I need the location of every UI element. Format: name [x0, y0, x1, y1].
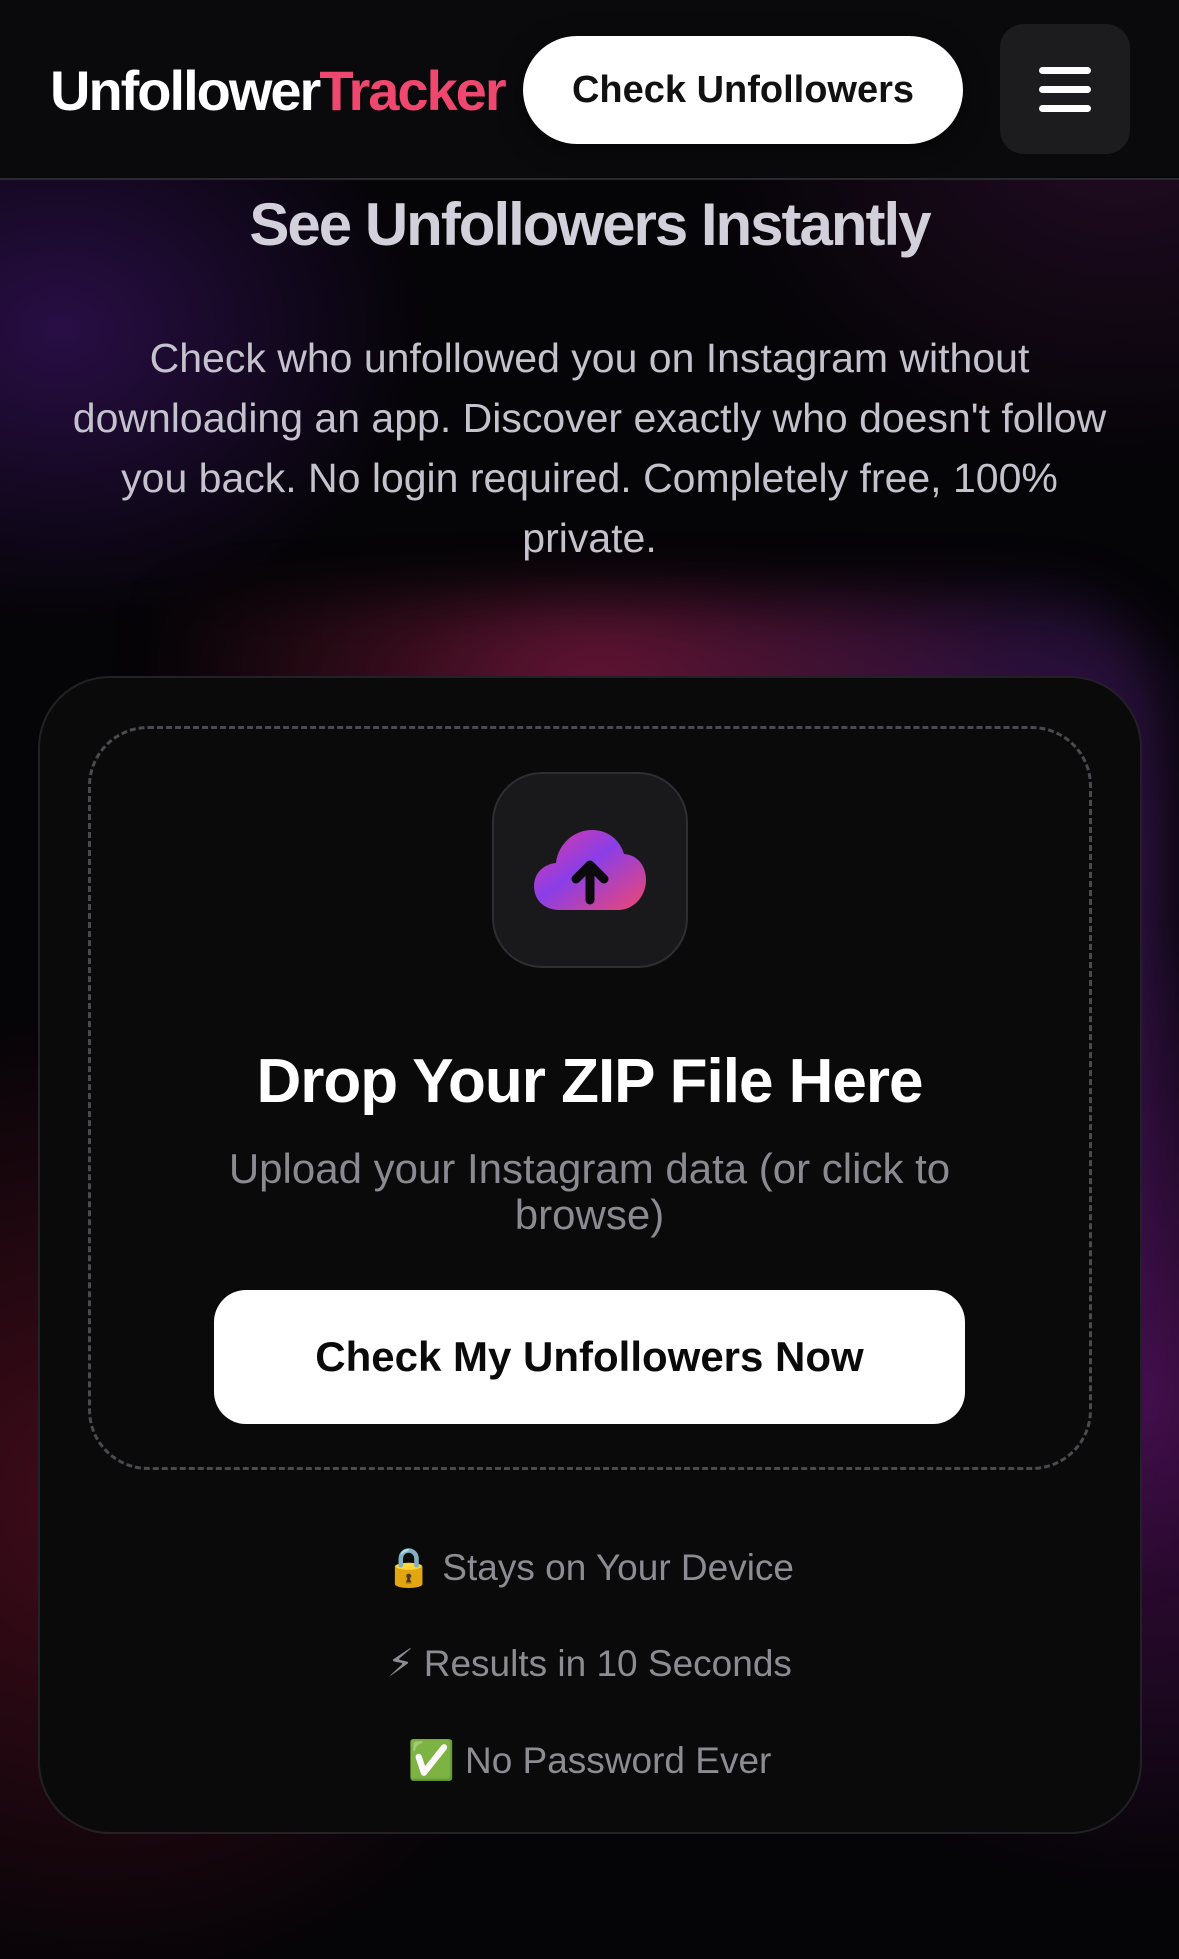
feature-item-password: ✅ No Password Ever	[0, 1740, 1179, 1782]
cloud-upload-icon	[534, 830, 646, 910]
feature-item-speed: ⚡ Results in 10 Seconds	[0, 1643, 1179, 1685]
hero-title: See Unfollowers Instantly	[249, 191, 931, 258]
check-my-unfollowers-button[interactable]: Check My Unfollowers Now	[214, 1290, 965, 1424]
menu-button[interactable]	[1000, 24, 1130, 154]
dropzone-title: Drop Your ZIP File Here	[256, 1047, 923, 1116]
feature-label: No Password Ever	[464, 1740, 772, 1781]
feature-label: Results in 10 Seconds	[423, 1643, 792, 1684]
check-unfollowers-button[interactable]: Check Unfollowers	[523, 36, 963, 144]
site-header: UnfollowerTracker Check Unfollowers	[0, 0, 1179, 180]
site-logo[interactable]: UnfollowerTracker	[50, 58, 507, 123]
upload-icon-container[interactable]	[492, 772, 688, 968]
lightning-icon: ⚡	[387, 1643, 414, 1685]
lock-icon: 🔒	[384, 1547, 433, 1589]
page: UnfollowerTracker Check Unfollowers See …	[0, 0, 1179, 1959]
check-mark-icon: ✅	[407, 1740, 455, 1782]
hero-subtitle: Check who unfollowed you on Instagram wi…	[72, 335, 1107, 561]
logo-text-accent: Tracker	[319, 59, 506, 122]
dropzone-subtitle: Upload your Instagram data (or click to …	[228, 1145, 951, 1238]
hamburger-menu-icon	[1039, 66, 1091, 112]
feature-label: Stays on Your Device	[442, 1547, 795, 1588]
feature-item-device: 🔒 Stays on Your Device	[0, 1547, 1179, 1589]
logo-text-main: Unfollower	[50, 59, 321, 122]
